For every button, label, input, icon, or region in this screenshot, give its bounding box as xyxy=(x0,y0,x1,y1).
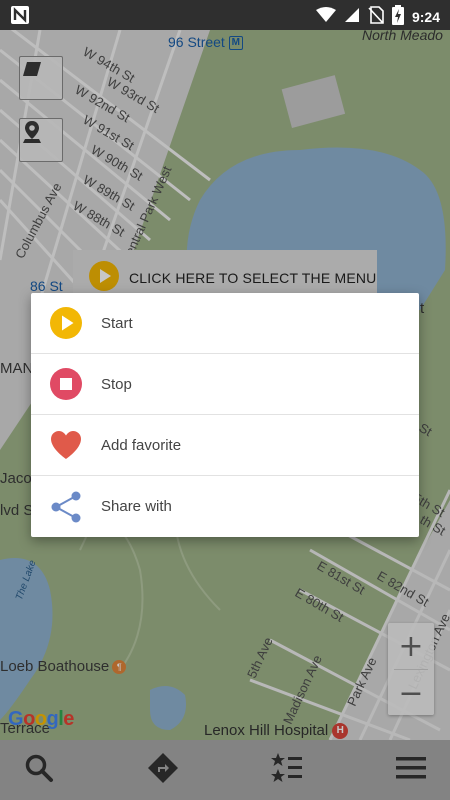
menu-item-label: Add favorite xyxy=(101,436,182,454)
action-menu-dialog: Start Stop Add favorite Share with xyxy=(31,293,419,537)
signal-icon xyxy=(344,7,360,27)
stop-circle-icon xyxy=(50,368,82,400)
menu-item-start[interactable]: Start xyxy=(31,293,419,354)
status-bar: 9:24 xyxy=(0,0,450,30)
play-circle-icon xyxy=(50,307,82,339)
menu-item-stop[interactable]: Stop xyxy=(31,354,419,415)
menu-item-label: Start xyxy=(101,314,133,332)
menu-item-label: Share with xyxy=(101,498,172,515)
n-notification-icon xyxy=(10,5,30,29)
heart-icon xyxy=(50,429,82,461)
share-icon xyxy=(50,491,82,523)
wifi-icon xyxy=(315,7,336,27)
menu-item-add-favorite[interactable]: Add favorite xyxy=(31,415,419,476)
menu-item-label: Stop xyxy=(101,375,132,393)
clock: 9:24 xyxy=(411,9,440,25)
battery-charging-icon xyxy=(391,5,404,29)
no-sim-icon xyxy=(368,6,384,28)
menu-item-share-with[interactable]: Share with xyxy=(31,476,419,537)
